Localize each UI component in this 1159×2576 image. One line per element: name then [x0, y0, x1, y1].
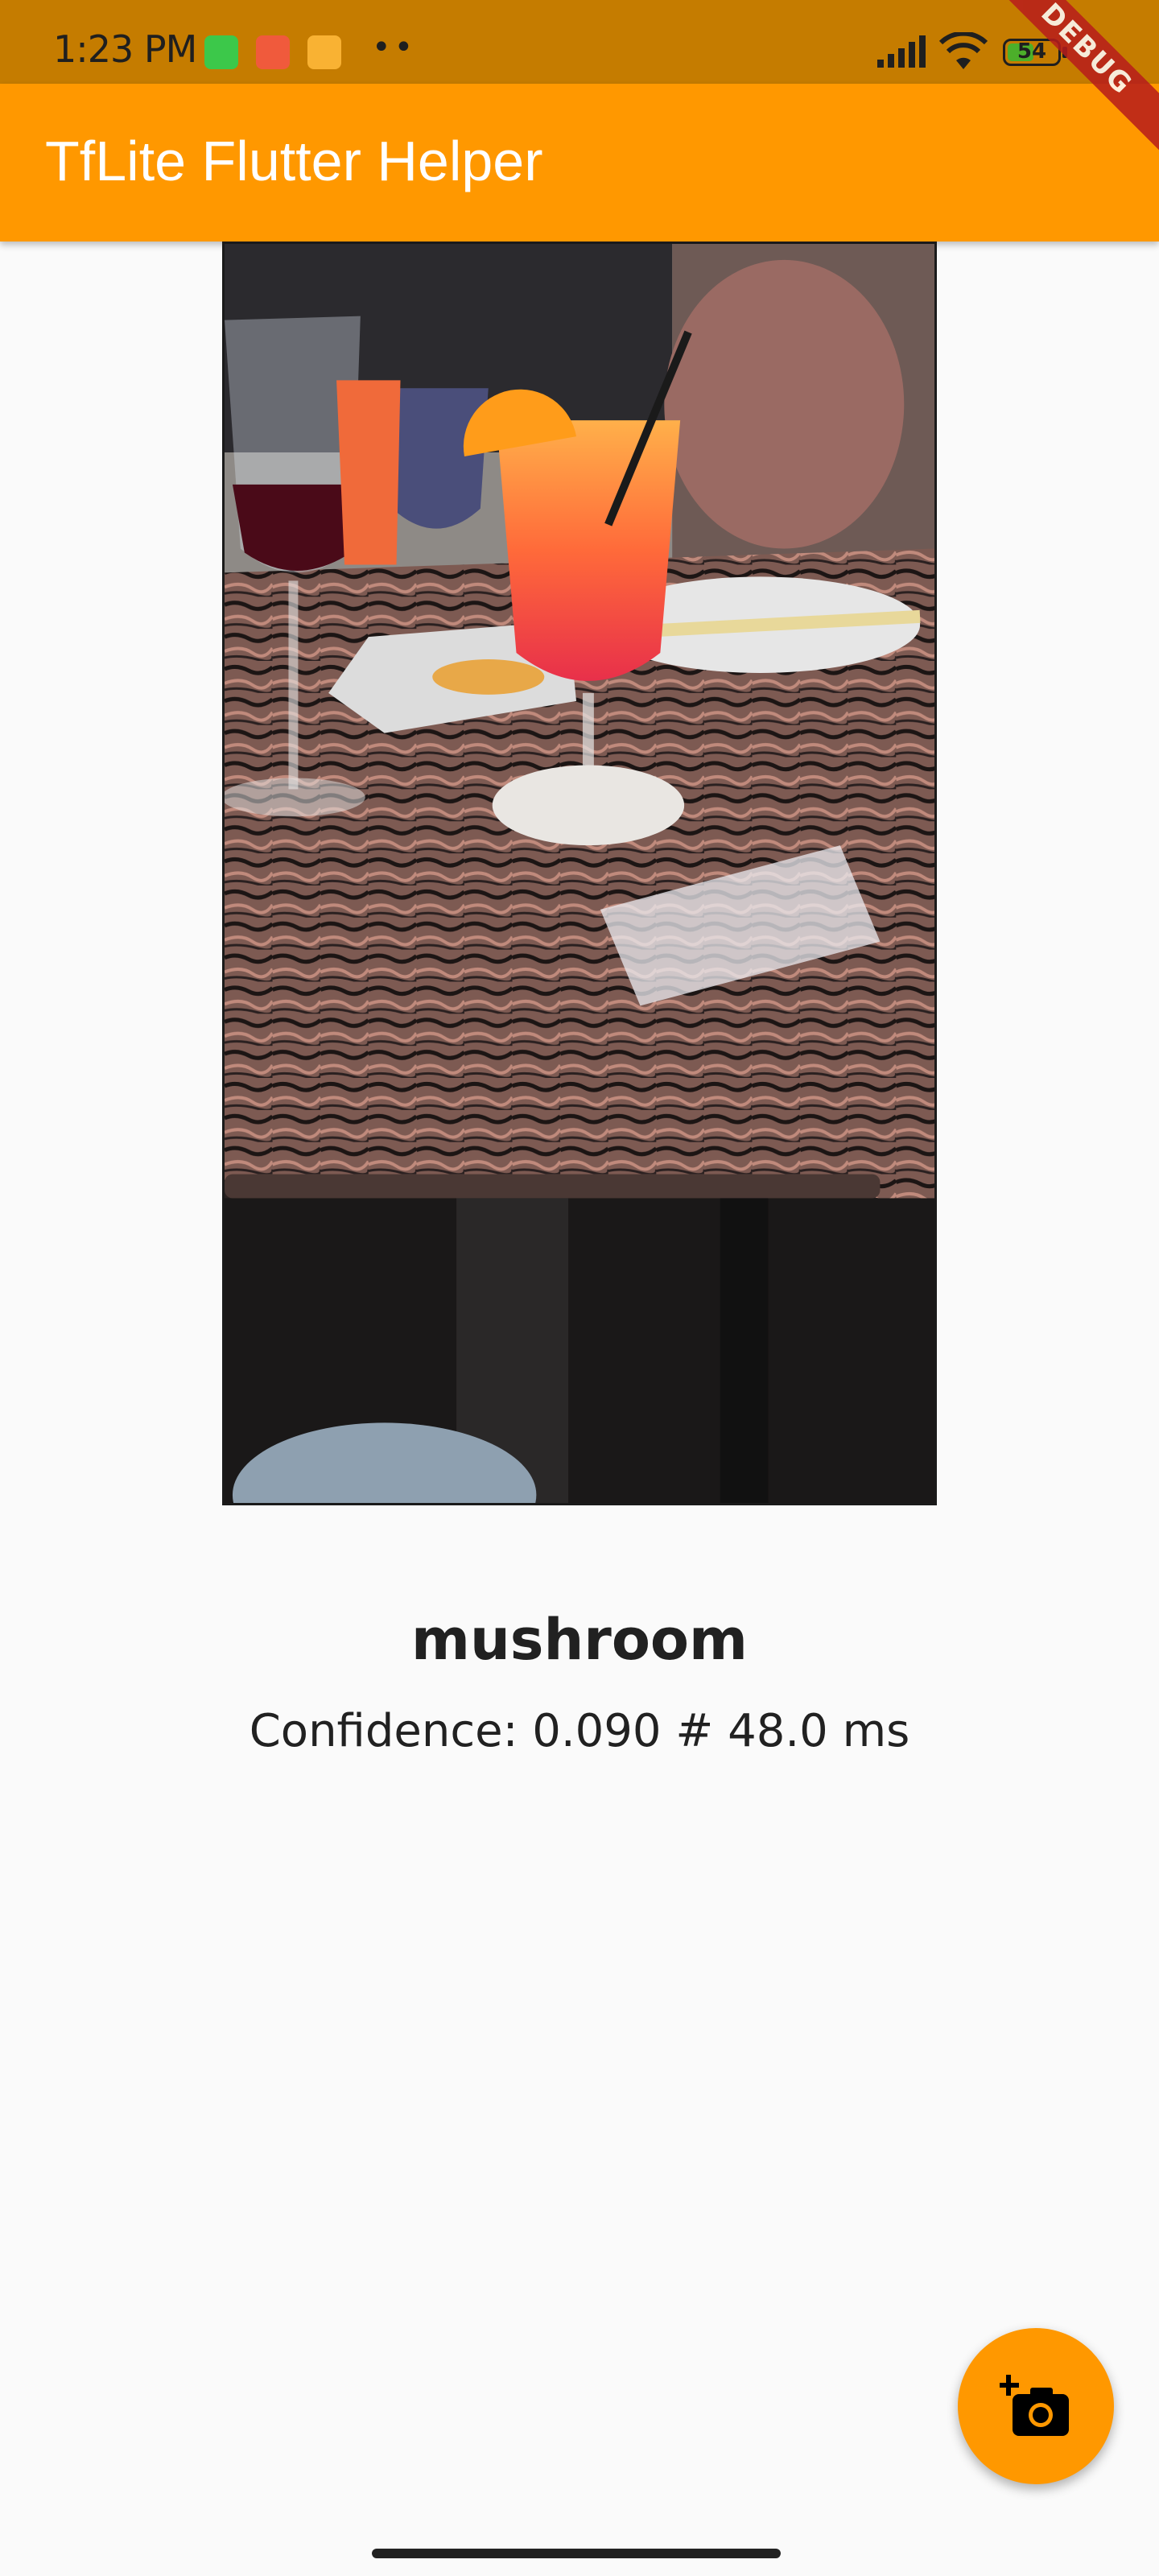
signal-icon [877, 35, 926, 68]
app-notification-red-icon [256, 35, 290, 69]
app-notification-green-icon [204, 35, 238, 69]
app-notification-yellow-icon [307, 35, 341, 69]
app-title: TfLite Flutter Helper [45, 130, 543, 192]
status-bar: 1:23 PM •• 54 [0, 0, 1159, 84]
photo-image [225, 244, 934, 1503]
confidence-text: Confidence: 0.090 # 48.0 ms [249, 1705, 910, 1757]
classified-photo [222, 242, 937, 1505]
more-notifications-icon: •• [372, 29, 417, 66]
add-photo-button[interactable] [958, 2328, 1114, 2484]
wifi-icon [938, 32, 988, 69]
battery-level: 54 [1017, 39, 1047, 64]
add-a-photo-icon [1000, 2375, 1069, 2436]
app-bar: TfLite Flutter Helper [0, 84, 1159, 242]
status-time: 1:23 PM [53, 27, 197, 71]
prediction-label: mushroom [411, 1607, 748, 1673]
home-indicator[interactable] [372, 2549, 781, 2558]
